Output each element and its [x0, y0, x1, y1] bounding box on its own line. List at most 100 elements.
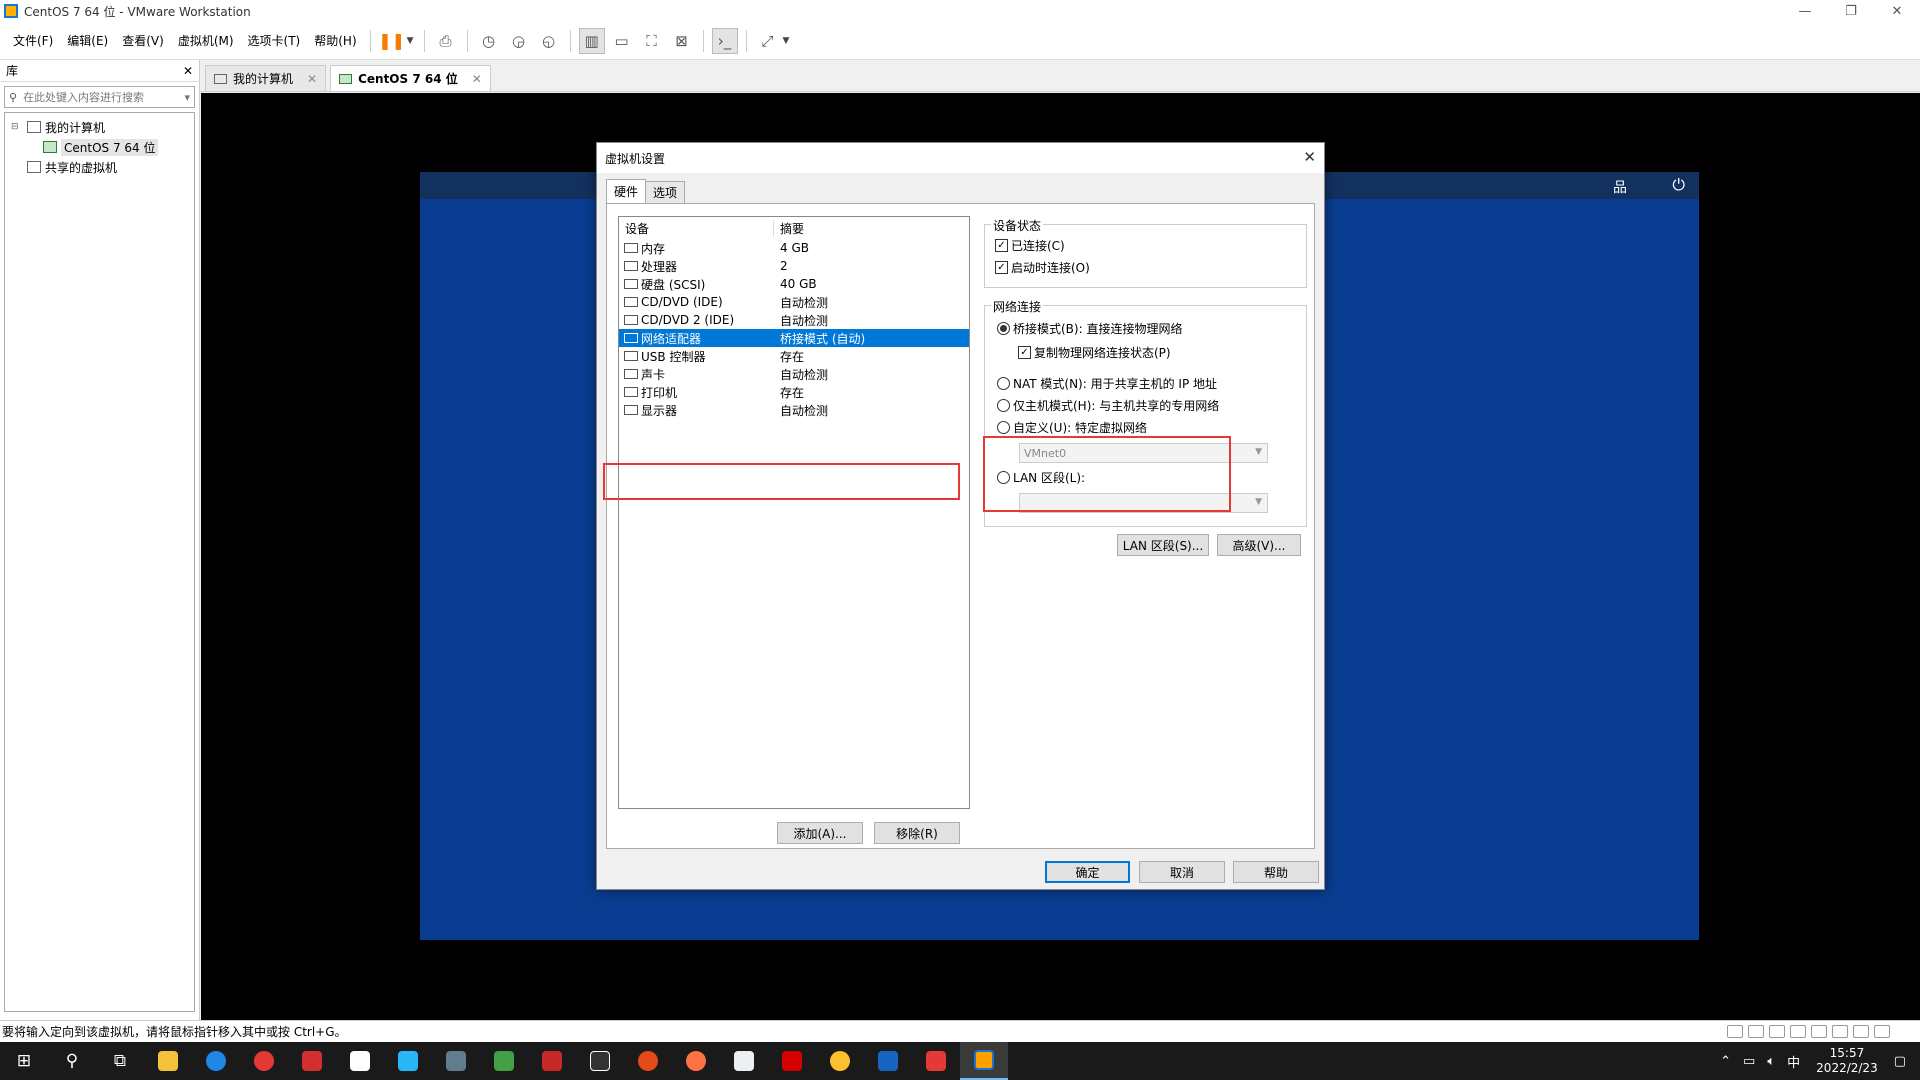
- network-icon[interactable]: [1790, 1025, 1806, 1038]
- replicate-state-checkbox[interactable]: ✓ 复制物理网络连接状态(P): [1018, 344, 1171, 361]
- device-row[interactable]: 处理器 2: [619, 257, 969, 275]
- close-window-button[interactable]: ✕: [1874, 0, 1920, 22]
- app-icon[interactable]: [576, 1042, 624, 1080]
- lan-segments-button[interactable]: LAN 区段(S)...: [1117, 534, 1209, 556]
- menu-tabs[interactable]: 选项卡(T): [241, 22, 308, 60]
- device-row[interactable]: 网络适配器 桥接模式 (自动): [619, 329, 969, 347]
- library-search-input[interactable]: ⚲ 在此处键入内容进行搜索 ▾: [4, 86, 195, 108]
- tab-close-icon[interactable]: ✕: [472, 72, 482, 86]
- search-icon[interactable]: ⚲: [48, 1042, 96, 1080]
- task-view-icon[interactable]: ⧉: [96, 1042, 144, 1080]
- cd-icon[interactable]: [1748, 1025, 1764, 1038]
- add-device-button[interactable]: 添加(A)...: [777, 822, 863, 844]
- display-icon[interactable]: [1874, 1025, 1890, 1038]
- menu-vm[interactable]: 虚拟机(M): [171, 22, 241, 60]
- wechat-icon[interactable]: [480, 1042, 528, 1080]
- usb-icon[interactable]: [1811, 1025, 1827, 1038]
- app-icon[interactable]: [624, 1042, 672, 1080]
- power-icon[interactable]: ⏻: [1672, 175, 1685, 195]
- device-row[interactable]: 硬盘 (SCSI) 40 GB: [619, 275, 969, 293]
- network-icon[interactable]: 品: [1613, 177, 1627, 197]
- dialog-close-icon[interactable]: ✕: [1303, 148, 1316, 166]
- printer-icon[interactable]: [1832, 1025, 1848, 1038]
- filezilla-icon[interactable]: [528, 1042, 576, 1080]
- collapse-icon[interactable]: ⊟: [11, 122, 23, 132]
- tab-options[interactable]: 选项: [645, 181, 686, 203]
- device-row[interactable]: 打印机 存在: [619, 383, 969, 401]
- revert-snapshot-icon[interactable]: ◶: [506, 28, 532, 54]
- app-icon[interactable]: [816, 1042, 864, 1080]
- snapshot-manager-icon[interactable]: ◵: [536, 28, 562, 54]
- tab-my-computer[interactable]: 我的计算机 ✕: [205, 65, 327, 91]
- unity-icon[interactable]: ⊠: [669, 28, 695, 54]
- app-icon[interactable]: [288, 1042, 336, 1080]
- console-view-icon[interactable]: ›_: [711, 27, 738, 54]
- app-icon[interactable]: [672, 1042, 720, 1080]
- chrome-icon[interactable]: [240, 1042, 288, 1080]
- tree-item-shared-vms[interactable]: 共享的虚拟机: [5, 157, 194, 177]
- stretch-guest-icon[interactable]: ⤢: [755, 28, 781, 54]
- search-dropdown-icon[interactable]: ▾: [184, 91, 190, 104]
- app-icon[interactable]: [384, 1042, 432, 1080]
- menu-edit[interactable]: 编辑(E): [60, 22, 115, 60]
- network-icon[interactable]: ▭: [1743, 1054, 1755, 1069]
- app-icon[interactable]: [432, 1042, 480, 1080]
- stretch-dropdown-icon[interactable]: ▼: [783, 36, 790, 46]
- pause-dropdown-icon[interactable]: ▼: [407, 36, 414, 46]
- menu-view[interactable]: 查看(V): [115, 22, 171, 60]
- ime-indicator[interactable]: 中: [1787, 1052, 1800, 1071]
- tab-close-icon[interactable]: ✕: [307, 72, 317, 86]
- pause-icon[interactable]: ❚❚: [378, 28, 405, 54]
- wps-icon[interactable]: [768, 1042, 816, 1080]
- ok-button[interactable]: 确定: [1045, 861, 1130, 883]
- volume-icon[interactable]: 🔈︎: [1767, 1054, 1775, 1069]
- custom-radio[interactable]: 自定义(U): 特定虚拟网络: [997, 419, 1147, 436]
- nat-radio[interactable]: NAT 模式(N): 用于共享主机的 IP 地址: [997, 375, 1217, 392]
- clock[interactable]: 15:57 2022/2/23: [1816, 1046, 1878, 1076]
- device-row[interactable]: 声卡 自动检测: [619, 365, 969, 383]
- column-device[interactable]: 设备: [619, 219, 774, 237]
- host-only-radio[interactable]: 仅主机模式(H): 与主机共享的专用网络: [997, 397, 1219, 414]
- show-library-icon[interactable]: ▥: [578, 27, 605, 54]
- cd-icon[interactable]: [1769, 1025, 1785, 1038]
- bridged-radio[interactable]: 桥接模式(B): 直接连接物理网络: [997, 320, 1182, 337]
- tree-item-centos-vm[interactable]: CentOS 7 64 位: [5, 137, 194, 157]
- tab-centos[interactable]: CentOS 7 64 位 ✕: [330, 65, 491, 91]
- app-icon[interactable]: [336, 1042, 384, 1080]
- notification-icon[interactable]: ▢: [1894, 1054, 1906, 1069]
- snapshot-icon[interactable]: ◷: [476, 28, 502, 54]
- chevron-up-icon[interactable]: ⌃: [1720, 1054, 1731, 1069]
- minimize-button[interactable]: —: [1782, 0, 1828, 22]
- device-row[interactable]: 显示器 自动检测: [619, 401, 969, 419]
- device-row[interactable]: CD/DVD 2 (IDE) 自动检测: [619, 311, 969, 329]
- device-row[interactable]: USB 控制器 存在: [619, 347, 969, 365]
- tree-item-my-computer[interactable]: ⊟ 我的计算机: [5, 117, 194, 137]
- remove-device-button[interactable]: 移除(R): [874, 822, 960, 844]
- xmind-icon[interactable]: [912, 1042, 960, 1080]
- sound-icon[interactable]: [1853, 1025, 1869, 1038]
- help-button[interactable]: 帮助: [1233, 861, 1319, 883]
- vmware-icon[interactable]: [960, 1042, 1008, 1080]
- app-icon[interactable]: [720, 1042, 768, 1080]
- connected-checkbox[interactable]: ✓ 已连接(C): [995, 237, 1065, 254]
- fullscreen-icon[interactable]: ⛶: [639, 28, 665, 54]
- tab-hardware[interactable]: 硬件: [606, 179, 647, 203]
- send-ctrl-alt-del-icon[interactable]: ⎙: [433, 28, 459, 54]
- library-close-icon[interactable]: ✕: [183, 64, 193, 78]
- menu-file[interactable]: 文件(F): [6, 22, 60, 60]
- edge-icon[interactable]: [192, 1042, 240, 1080]
- connect-at-power-on-checkbox[interactable]: ✓ 启动时连接(O): [995, 259, 1090, 276]
- file-explorer-icon[interactable]: [144, 1042, 192, 1080]
- column-summary[interactable]: 摘要: [774, 220, 804, 237]
- harddisk-icon[interactable]: [1727, 1025, 1743, 1038]
- advanced-button[interactable]: 高级(V)...: [1217, 534, 1301, 556]
- menu-help[interactable]: 帮助(H): [307, 22, 363, 60]
- thumbnail-bar-icon[interactable]: ▭: [609, 28, 635, 54]
- clock-date: 2022/2/23: [1816, 1061, 1878, 1075]
- windows-start-icon[interactable]: ⊞: [0, 1042, 48, 1080]
- device-row[interactable]: 内存 4 GB: [619, 239, 969, 257]
- restore-button[interactable]: ❐: [1828, 0, 1874, 22]
- cancel-button[interactable]: 取消: [1139, 861, 1225, 883]
- device-row[interactable]: CD/DVD (IDE) 自动检测: [619, 293, 969, 311]
- app-icon[interactable]: [864, 1042, 912, 1080]
